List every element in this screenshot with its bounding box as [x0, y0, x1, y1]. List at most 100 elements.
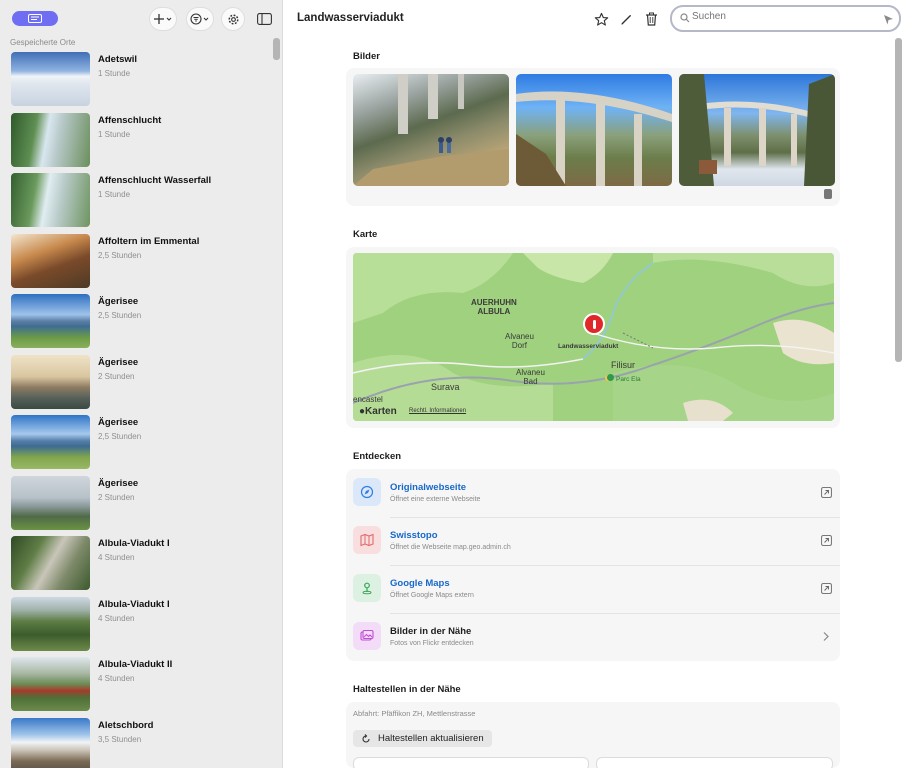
external-link-icon — [821, 487, 832, 498]
map-view[interactable]: AUERHUHN ALBULA Alvaneu Dorf Landwasservia… — [353, 253, 834, 421]
map-icon — [353, 526, 381, 554]
filter-button[interactable] — [186, 7, 214, 31]
gear-icon — [227, 13, 239, 25]
discover-title: Originalwebseite — [390, 482, 467, 493]
sidebar-toggle-button[interactable] — [252, 7, 276, 31]
refresh-stops-button[interactable]: Haltestellen aktualisieren — [353, 730, 492, 747]
sidebar-icon — [256, 13, 272, 25]
list-item[interactable]: Ägerisee 2,5 Stunden — [0, 293, 272, 354]
section-title-images: Bilder — [353, 51, 380, 62]
discover-row-website[interactable]: Originalwebseite Öffnet eine externe Web… — [346, 469, 840, 517]
search-icon — [680, 13, 690, 23]
page-title: Landwasserviadukt — [297, 12, 404, 24]
favorite-button[interactable] — [590, 8, 612, 30]
discover-subtitle: Fotos von Flickr entdecken — [390, 640, 474, 647]
place-duration: 4 Stunden — [98, 553, 135, 562]
place-thumbnail — [11, 173, 90, 227]
list-icon — [28, 14, 42, 23]
delete-button[interactable] — [640, 8, 662, 30]
place-title: Albula-Viadukt II — [98, 659, 173, 670]
place-duration: 2,5 Stunden — [98, 250, 142, 260]
place-thumbnail — [11, 354, 90, 409]
place-duration: 1 Stunde — [98, 190, 131, 199]
list-item[interactable]: Albula-Viadukt I 4 Stunden — [0, 535, 272, 596]
discover-title: Swisstopo — [390, 530, 438, 541]
place-title: Adetswil — [98, 54, 138, 65]
sidebar-toolbar — [0, 0, 282, 38]
place-thumbnail — [11, 233, 90, 288]
photos-icon — [353, 622, 381, 650]
photo-thumbnail[interactable] — [516, 74, 672, 186]
star-icon — [594, 12, 608, 26]
place-duration: 4 Stunden — [98, 613, 135, 623]
discover-subtitle: Öffnet eine externe Webseite — [390, 496, 481, 503]
map-label-auerhuhn: AUERHUHN ALBULA — [471, 298, 517, 316]
map-label-encastel: encastel — [353, 395, 383, 404]
plus-chevron-icon — [154, 14, 172, 24]
map-label-landwasserviadukt: Landwasserviadukt — [558, 343, 619, 350]
list-item[interactable]: Albula-Viadukt I 4 Stunden — [0, 596, 272, 657]
stops-card: Abfahrt: Pfäffikon ZH, Mettlenstrasse Ha… — [346, 702, 840, 768]
place-thumbnail — [11, 536, 90, 590]
edit-button[interactable] — [615, 8, 637, 30]
detail-content: Bilder Karte AUERHUHN ALBULA Alvaneu Dor… — [283, 38, 905, 768]
search-field[interactable] — [670, 5, 901, 32]
list-item[interactable]: Albula-Viadukt II 4 Stunden — [0, 656, 272, 717]
search-input[interactable] — [692, 11, 872, 22]
place-title: Aletschbord — [98, 719, 154, 731]
place-title: Ägerisee — [98, 417, 139, 428]
sidebar-scrollbar-thumb[interactable] — [273, 38, 280, 60]
list-item[interactable]: Affenschlucht 1 Stunde — [0, 112, 272, 173]
list-item[interactable]: Adetswil 1 Stunde — [0, 51, 272, 112]
external-link-icon — [821, 583, 832, 594]
list-item[interactable]: Ägerisee 2 Stunden — [0, 475, 272, 536]
list-item[interactable]: Aletschbord 3,5 Stunden — [0, 717, 272, 768]
filter-chevron-icon — [190, 13, 209, 25]
gallery-indicator — [824, 189, 832, 199]
section-title-map: Karte — [353, 229, 378, 240]
place-duration: 2,5 Stunden — [98, 432, 142, 441]
list-item[interactable]: Ägerisee 2 Stunden — [0, 354, 272, 415]
detail-scrollbar[interactable] — [895, 38, 902, 768]
discover-title: Bilder in der Nähe — [390, 626, 472, 637]
chevron-right-icon — [823, 632, 829, 641]
place-thumbnail — [11, 112, 90, 167]
settings-button[interactable] — [221, 7, 245, 31]
refresh-icon — [362, 733, 370, 743]
trash-icon — [645, 12, 657, 26]
list-item[interactable]: Ägerisee 2,5 Stunden — [0, 414, 272, 475]
place-duration: 2 Stunden — [98, 371, 135, 381]
place-duration: 1 Stunde — [98, 129, 131, 139]
discover-row-nearby-photos[interactable]: Bilder in der Nähe Fotos von Flickr entd… — [346, 613, 840, 661]
map-label-alvaneu-dorf: Alvaneu Dorf — [505, 332, 534, 350]
map-card: AUERHUHN ALBULA Alvaneu Dorf Landwasservia… — [346, 247, 840, 428]
detail-pane: Landwasserviadukt Bilder — [283, 0, 905, 768]
discover-row-google-maps[interactable]: Google Maps Öffnet Google Maps extern — [346, 565, 840, 613]
legal-link[interactable]: Rechtl. Informationen — [409, 408, 466, 414]
place-thumbnail — [11, 657, 90, 711]
discover-card: Originalwebseite Öffnet eine externe Web… — [346, 469, 840, 661]
place-duration: 1 Stunde — [98, 69, 131, 78]
section-title-stops: Haltestellen in der Nähe — [353, 684, 461, 695]
departure-text: Abfahrt: Pfäffikon ZH, Mettlenstrasse — [353, 709, 476, 718]
photo-thumbnail[interactable] — [353, 74, 509, 186]
pin-icon — [353, 574, 381, 602]
stop-card[interactable] — [596, 757, 833, 768]
location-arrow-icon — [884, 15, 893, 25]
place-duration: 4 Stunden — [98, 674, 135, 683]
map-label-surava: Surava — [431, 382, 460, 392]
place-title: Albula-Viadukt I — [98, 598, 170, 610]
discover-title: Google Maps — [390, 578, 450, 589]
library-toggle-button[interactable] — [12, 11, 58, 26]
list-item[interactable]: Affoltern im Emmental 2,5 Stunden — [0, 233, 272, 294]
sidebar: Gespeicherte Orte Adetswil 1 Stunde Affe… — [0, 0, 283, 768]
photo-thumbnail[interactable] — [679, 74, 835, 186]
map-pin-icon[interactable] — [583, 313, 605, 335]
stop-card[interactable] — [353, 757, 589, 768]
detail-scrollbar-thumb[interactable] — [895, 38, 902, 362]
sidebar-scrollbar[interactable] — [273, 38, 280, 768]
place-title: Affenschlucht — [98, 114, 162, 126]
list-item[interactable]: Affenschlucht Wasserfall 1 Stunde — [0, 172, 272, 233]
discover-row-swisstopo[interactable]: Swisstopo Öffnet die Webseite map.geo.ad… — [346, 517, 840, 565]
add-button[interactable] — [149, 7, 177, 31]
